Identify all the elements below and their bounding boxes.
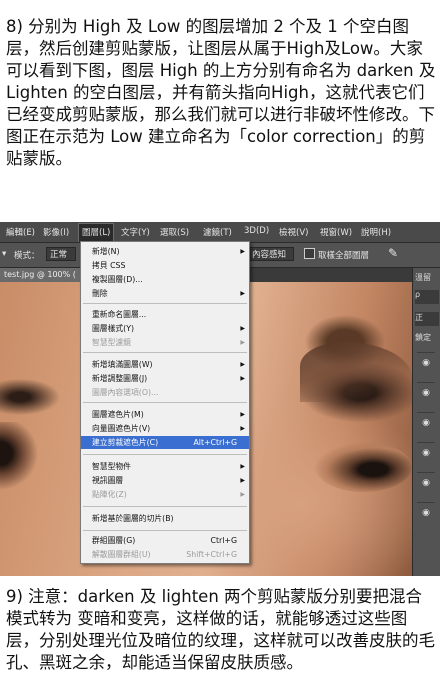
submenu-arrow-icon: ▶ bbox=[240, 477, 245, 484]
menu-item-label: 視訊圖層 bbox=[92, 476, 124, 485]
menu-item-new-fill-layer[interactable]: 新增填滿圖層(W) ▶ bbox=[81, 358, 249, 371]
document-tab[interactable]: test.jpg @ 100% ( bbox=[0, 268, 90, 282]
menu-item-label: 點陣化(Z) bbox=[92, 490, 127, 499]
menu-bar: 編輯(E) 影像(I) 圖層(L) 文字(Y) 選取(S) 濾鏡(T) 3D(D… bbox=[0, 222, 440, 243]
menu-item-label: 拷貝 CSS bbox=[92, 261, 126, 270]
menu-item-label: 新增填滿圖層(W) bbox=[92, 360, 153, 369]
menu-separator bbox=[83, 402, 247, 403]
menu-item-label: 新增調整圖層(J) bbox=[92, 374, 148, 383]
menu-item-video-layers[interactable]: 視訊圖層 ▶ bbox=[81, 474, 249, 487]
menu-window[interactable]: 視窗(W) bbox=[320, 226, 352, 238]
eyebrow-shape bbox=[300, 342, 412, 402]
layer-visibility-eye-icon[interactable]: ◉ bbox=[417, 502, 435, 523]
menu-item-label: 新增(N) bbox=[92, 247, 120, 256]
submenu-arrow-icon: ▶ bbox=[240, 361, 245, 368]
menu-separator bbox=[83, 303, 247, 304]
menu-item-ungroup-layers[interactable]: 解散圖層群組(U) Shift+Ctrl+G bbox=[81, 548, 249, 561]
content-aware-button[interactable]: 內容感知 bbox=[248, 247, 294, 261]
menu-item-label: 智慧型濾鏡 bbox=[92, 338, 131, 347]
menu-edit[interactable]: 編輯(E) bbox=[6, 226, 35, 238]
left-eye-shape bbox=[0, 422, 40, 492]
menu-item-label: 建立剪裁遮色片(C) bbox=[92, 438, 159, 447]
menu-item-group-layers[interactable]: 群組圖層(G) Ctrl+G bbox=[81, 534, 249, 547]
layer-visibility-eye-icon[interactable]: ◉ bbox=[417, 382, 435, 403]
menu-item-layer-style[interactable]: 圖層樣式(Y) ▶ bbox=[81, 322, 249, 335]
panel-tab-label[interactable]: 溫留 bbox=[415, 272, 439, 286]
mode-label: 模式： bbox=[14, 251, 40, 261]
menu-item-create-clipping-mask[interactable]: 建立剪裁遮色片(C) Alt+Ctrl+G bbox=[81, 436, 249, 449]
layer-visibility-eye-icon[interactable]: ◉ bbox=[417, 352, 435, 373]
menu-item-new[interactable]: 新增(N) ▶ bbox=[81, 245, 249, 258]
submenu-arrow-icon: ▶ bbox=[240, 325, 245, 332]
menu-item-rasterize[interactable]: 點陣化(Z) ▶ bbox=[81, 488, 249, 501]
layer-visibility-eye-icon[interactable]: ◉ bbox=[417, 442, 435, 463]
submenu-arrow-icon: ▶ bbox=[240, 491, 245, 498]
menu-image[interactable]: 影像(I) bbox=[43, 226, 69, 238]
menu-item-layer-mask[interactable]: 圖層遮色片(M) ▶ bbox=[81, 408, 249, 421]
sample-all-checkbox[interactable] bbox=[304, 248, 315, 259]
menu-layer[interactable]: 圖層(L) bbox=[78, 223, 115, 242]
bottom-instruction-text: 9) 注意：darken 及 lighten 两个剪贴蒙版分别要把混合模式转为 … bbox=[6, 587, 435, 672]
menu-item-copy-css[interactable]: 拷貝 CSS bbox=[81, 259, 249, 272]
menu-item-label: 複製圖層(D)... bbox=[92, 275, 143, 284]
menu-separator bbox=[83, 352, 247, 353]
layer-dropdown-menu: 新增(N) ▶ 拷貝 CSS 複製圖層(D)... 刪除 ▶ 重新命名圖層... 圖… bbox=[80, 241, 250, 564]
menu-item-duplicate-layer[interactable]: 複製圖層(D)... bbox=[81, 273, 249, 286]
layers-panel-strip: 溫留 ρ 正 鎖定 ◉ ◉ ◉ ◉ ◉ ◉ bbox=[412, 268, 440, 576]
mode-select[interactable]: 正常 bbox=[46, 247, 76, 261]
menu-item-vector-mask[interactable]: 向量圖遮色片(V) ▶ bbox=[81, 422, 249, 435]
menu-select[interactable]: 選取(S) bbox=[160, 226, 189, 238]
menu-item-label: 智慧型物件 bbox=[92, 462, 131, 471]
menu-item-shortcut: Shift+Ctrl+G bbox=[186, 550, 237, 559]
menu-item-label: 解散圖層群組(U) bbox=[92, 550, 151, 559]
menu-item-rename-layer[interactable]: 重新命名圖層... bbox=[81, 308, 249, 321]
menu-item-smart-objects[interactable]: 智慧型物件 ▶ bbox=[81, 460, 249, 473]
submenu-arrow-icon: ▶ bbox=[240, 339, 245, 346]
menu-item-layer-content-options[interactable]: 圖層內容選項(O)... bbox=[81, 386, 249, 399]
menu-separator bbox=[83, 530, 247, 531]
menu-filter[interactable]: 濾鏡(T) bbox=[203, 226, 232, 238]
top-instruction-text: 8) 分别为 High 及 Low 的图层增加 2 个及 1 个空白图层，然后创… bbox=[6, 17, 436, 168]
menu-item-label: 圖層遮色片(M) bbox=[92, 410, 144, 419]
menu-item-shortcut: Ctrl+G bbox=[210, 536, 237, 545]
menu-item-smart-filter[interactable]: 智慧型濾鏡 ▶ bbox=[81, 336, 249, 349]
submenu-arrow-icon: ▶ bbox=[240, 425, 245, 432]
menu-item-new-layer-based-slice[interactable]: 新增基於圖層的切片(B) bbox=[81, 512, 249, 525]
menu-view[interactable]: 檢視(V) bbox=[279, 226, 308, 238]
submenu-arrow-icon: ▶ bbox=[240, 463, 245, 470]
submenu-arrow-icon: ▶ bbox=[240, 375, 245, 382]
menu-item-label: 圖層樣式(Y) bbox=[92, 324, 135, 333]
layer-visibility-eye-icon[interactable]: ◉ bbox=[417, 472, 435, 493]
layer-visibility-eye-icon[interactable]: ◉ bbox=[417, 412, 435, 433]
menu-separator bbox=[83, 454, 247, 455]
menu-type[interactable]: 文字(Y) bbox=[121, 226, 150, 238]
menu-item-label: 向量圖遮色片(V) bbox=[92, 424, 151, 433]
submenu-arrow-icon: ▶ bbox=[240, 411, 245, 418]
menu-3d[interactable]: 3D(D) bbox=[244, 226, 269, 236]
menu-item-label: 群組圖層(G) bbox=[92, 536, 136, 545]
pressure-pen-icon[interactable]: ✎ bbox=[388, 246, 398, 260]
menu-separator bbox=[83, 506, 247, 507]
submenu-arrow-icon: ▶ bbox=[240, 248, 245, 255]
menu-item-label: 刪除 bbox=[92, 289, 108, 298]
sample-all-label: 取樣全部圖層 bbox=[318, 251, 370, 261]
tool-preset-arrow[interactable]: ▾ bbox=[2, 249, 6, 259]
blend-mode-select[interactable]: 正 bbox=[415, 312, 439, 326]
menu-item-label: 重新命名圖層... bbox=[92, 310, 147, 319]
menu-item-new-adjustment-layer[interactable]: 新增調整圖層(J) ▶ bbox=[81, 372, 249, 385]
right-eye-shape bbox=[315, 442, 412, 492]
submenu-arrow-icon: ▶ bbox=[240, 290, 245, 297]
menu-item-shortcut: Alt+Ctrl+G bbox=[193, 438, 237, 447]
menu-item-delete[interactable]: 刪除 ▶ bbox=[81, 287, 249, 300]
layer-filter-search[interactable]: ρ bbox=[415, 290, 439, 304]
menu-help[interactable]: 說明(H) bbox=[361, 226, 391, 238]
lock-label: 鎖定 bbox=[415, 333, 431, 342]
menu-item-label: 新增基於圖層的切片(B) bbox=[92, 514, 174, 523]
menu-item-label: 圖層內容選項(O)... bbox=[92, 388, 159, 397]
